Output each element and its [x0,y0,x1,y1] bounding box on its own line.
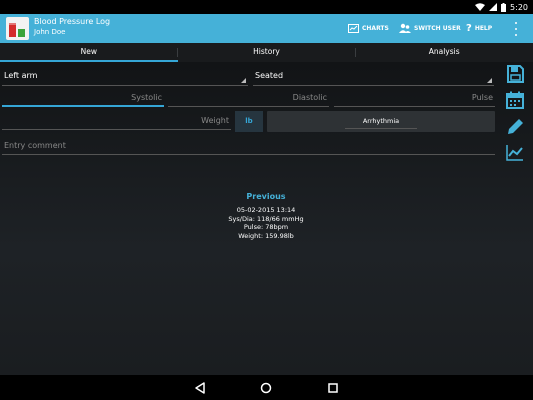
dropdown-arrow-icon [241,78,246,83]
app-title: Blood Pressure Log [34,17,111,26]
comment-placeholder: Entry comment [4,141,66,150]
app-subtitle: John Doe [34,28,66,36]
help-icon: ? [466,23,472,34]
date-picker-button[interactable] [505,90,525,110]
wifi-icon [475,3,486,11]
trend-chart-icon [506,145,523,161]
edit-icon [508,119,523,134]
pulse-field[interactable]: Pulse [334,91,495,107]
previous-pulse: Pulse: 78bpm [243,223,289,231]
systolic-placeholder: Systolic [131,93,162,102]
previous-datetime: 05-02-2015 13:14 [236,206,296,214]
tab-new[interactable]: New [0,43,178,63]
systolic-field[interactable]: Systolic [2,91,164,107]
arm-select[interactable]: Left arm [2,68,248,86]
arrhythmia-toggle[interactable]: Arrhythmia [267,111,495,132]
weight-field[interactable]: Weight [2,114,231,130]
weight-placeholder: Weight [201,116,229,125]
battery-icon [501,2,507,12]
previous-weight: Weight: 159.98lb [238,231,294,240]
save-icon [507,65,524,83]
tab-bar: New History Analysis [0,43,533,63]
home-button[interactable] [259,380,273,394]
position-select-value: Seated [255,71,284,80]
home-icon [260,382,272,394]
chart-icon [348,24,359,33]
previous-sys-dia: Sys/Dia: 118/66 mmHg [228,214,304,223]
tab-divider [177,48,178,57]
switch-user-label: SWITCH USER [414,25,461,32]
arm-select-value: Left arm [4,71,38,80]
dropdown-arrow-icon [487,78,492,83]
back-icon [195,382,205,394]
calendar-icon [506,91,524,109]
tab-analysis[interactable]: Analysis [355,43,533,62]
position-select[interactable]: Seated [253,68,494,86]
charts-label: CHARTS [362,25,389,32]
tab-divider [355,48,356,57]
tab-history[interactable]: History [178,43,356,62]
diastolic-field[interactable]: Diastolic [168,91,329,107]
trend-chart-button[interactable] [505,143,525,163]
switch-user-icon [399,23,411,33]
signal-icon [489,3,498,11]
status-bar: 5:20 [0,0,533,14]
save-button[interactable] [505,64,525,84]
charts-button[interactable]: CHARTS [348,21,389,36]
help-label: HELP [474,25,493,32]
help-button[interactable]: ? HELP [466,21,492,36]
edit-button[interactable] [505,117,525,137]
recents-button[interactable] [326,380,340,394]
status-time: 5:20 [510,2,528,12]
navigation-bar [0,375,533,400]
diastolic-placeholder: Diastolic [292,93,327,102]
switch-user-button[interactable]: SWITCH USER [399,21,461,36]
pulse-placeholder: Pulse [471,93,493,102]
recents-icon [328,383,338,393]
overflow-menu-icon[interactable] [512,22,520,36]
weight-unit-button[interactable]: lb [235,111,263,132]
previous-reading: Previous 05-02-2015 13:14 Sys/Dia: 118/6… [166,192,366,240]
app-logo-icon [6,17,29,40]
previous-title: Previous [246,192,286,201]
action-bar: Blood Pressure Log John Doe CHARTS SWITC… [0,14,533,43]
back-button[interactable] [193,380,207,394]
comment-field[interactable]: Entry comment [2,139,495,155]
